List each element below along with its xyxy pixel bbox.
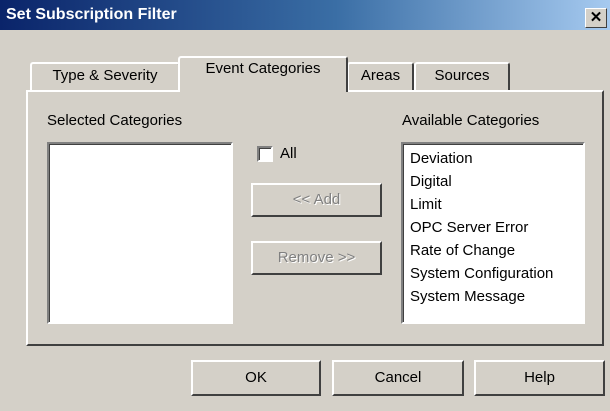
dialog-window: Set Subscription Filter ✕ Type & Severit… [0, 0, 610, 411]
list-item[interactable]: Rate of Change [410, 239, 583, 262]
tab-areas[interactable]: Areas [347, 62, 414, 90]
remove-button[interactable]: Remove >> [251, 241, 382, 275]
cancel-button[interactable]: Cancel [332, 360, 464, 396]
selected-categories-label: Selected Categories [47, 112, 183, 129]
available-categories-list[interactable]: Deviation Digital Limit OPC Server Error… [401, 142, 585, 324]
help-button[interactable]: Help [474, 360, 605, 396]
add-button[interactable]: << Add [251, 183, 382, 217]
tab-sources[interactable]: Sources [414, 62, 510, 90]
tab-event-categories[interactable]: Event Categories [178, 56, 348, 92]
all-checkbox-label[interactable]: All [280, 145, 297, 162]
list-item[interactable]: System Configuration [410, 262, 583, 285]
list-item[interactable]: System Message [410, 285, 583, 308]
list-item[interactable]: Digital [410, 170, 583, 193]
close-button[interactable]: ✕ [585, 8, 607, 28]
list-item[interactable]: Limit [410, 193, 583, 216]
list-item[interactable]: OPC Server Error [410, 216, 583, 239]
close-icon: ✕ [589, 9, 603, 26]
list-item[interactable]: Deviation [410, 147, 583, 170]
all-checkbox[interactable] [257, 146, 273, 162]
tab-type-severity[interactable]: Type & Severity [30, 62, 180, 90]
title-bar[interactable]: Set Subscription Filter ✕ [0, 0, 610, 30]
ok-button[interactable]: OK [191, 360, 321, 396]
selected-categories-list[interactable] [47, 142, 233, 324]
dialog-title: Set Subscription Filter [6, 6, 177, 23]
available-categories-label: Available Categories [402, 112, 540, 129]
